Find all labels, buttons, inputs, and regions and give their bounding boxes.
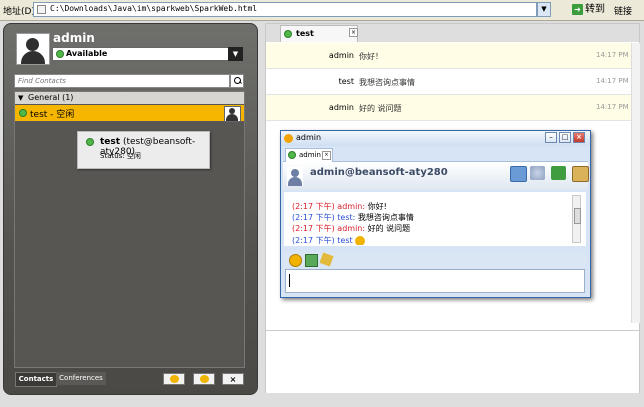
emoticon-icon [355, 235, 366, 245]
tooltip-status-label: Status: [100, 152, 125, 160]
add-contact-icon [169, 375, 179, 383]
video-icon[interactable] [510, 166, 527, 182]
contact-label: test - 空闲 [30, 110, 75, 120]
message-time: 14:17 PM [596, 77, 629, 85]
message-sender: test [338, 77, 354, 86]
status-select[interactable]: Available [52, 47, 243, 61]
popup-avatar [287, 167, 303, 186]
online-status-icon [19, 109, 27, 117]
add-conference-button[interactable] [193, 373, 215, 385]
message-text: 好的 说问题 [359, 104, 402, 113]
tooltip-name: test [100, 137, 121, 147]
message-row: admin 你好！ 14:17 PM [266, 43, 631, 69]
line-sender: test [337, 236, 353, 245]
send-file-icon[interactable] [305, 254, 318, 267]
maximize-button[interactable]: □ [559, 132, 571, 143]
add-conference-icon [199, 375, 209, 383]
popup-line: (2:17 下午) test: 我想咨询点事情 [292, 212, 414, 223]
message-text: 你好！ [359, 52, 383, 61]
line-text: 好的 说问题 [367, 224, 411, 233]
remove-button[interactable]: × [222, 373, 244, 385]
tab-status-icon [284, 30, 292, 38]
message-row: admin 好的 说问题 14:17 PM [266, 95, 631, 121]
tab-admin[interactable]: admin × [285, 148, 333, 162]
chat-scrollbar[interactable] [631, 43, 640, 323]
status-dropdown-button[interactable]: ▼ [228, 47, 243, 61]
go-label: 转到 [585, 4, 605, 15]
page-icon [37, 5, 46, 14]
scroll-thumb[interactable] [574, 208, 581, 224]
go-arrow-icon: ➜ [572, 3, 583, 15]
popup-title-bar[interactable]: admin [281, 131, 590, 146]
line-text: 我想咨询点事情 [357, 213, 414, 222]
settings-icon[interactable] [530, 166, 545, 180]
popup-line: (2:17 下午) test [292, 235, 366, 245]
tooltip-status-value: 空闲 [126, 152, 141, 160]
message-time: 14:17 PM [596, 51, 629, 59]
message-sender: admin [328, 51, 354, 60]
contact-item-test[interactable]: test - 空闲 [15, 105, 244, 122]
download-icon[interactable] [551, 166, 566, 180]
message-sender: admin [328, 103, 354, 112]
message-row: test 我想咨询点事情 14:17 PM [266, 69, 631, 95]
address-dropdown-button[interactable]: ▼ [537, 2, 551, 17]
go-button[interactable]: ➜ 转到 [572, 2, 605, 17]
tab-chat-test[interactable]: test × [280, 25, 358, 42]
message-text: 我想咨询点事情 [359, 78, 415, 87]
tab-label: test [296, 29, 314, 38]
line-sender: admin: [337, 224, 366, 233]
tab-contacts[interactable]: Contacts [15, 372, 57, 387]
line-time: (2:17 下午) [292, 236, 335, 245]
line-sender: test: [337, 213, 356, 222]
tab-status-icon [288, 151, 296, 159]
close-button[interactable]: × [573, 132, 585, 143]
line-time: (2:17 下午) [292, 224, 335, 233]
contact-avatar [224, 106, 241, 122]
avatar [16, 33, 50, 65]
popup-message-input[interactable] [285, 269, 585, 293]
tooltip-status-icon [86, 138, 94, 146]
popup-scrollbar[interactable] [572, 195, 581, 243]
line-time: (2:17 下午) [292, 202, 335, 211]
chat-input[interactable] [266, 330, 639, 393]
popup-tab-label: admin [299, 151, 321, 159]
find-contacts-input[interactable] [14, 74, 230, 88]
status-label: Available [66, 49, 108, 58]
line-text: 你好! [367, 202, 387, 211]
address-url: C:\Downloads\Java\im\sparkweb\SparkWeb.h… [50, 4, 258, 13]
links-button[interactable]: 链接 [614, 4, 632, 17]
username: admin [53, 31, 95, 45]
contact-tooltip: test (test@beansoft-aty280) Status: 空闲 [77, 131, 210, 169]
line-sender: admin: [337, 202, 366, 211]
address-label: 地址(D) [3, 7, 35, 17]
popup-line: (2:17 下午) admin: 好的 说问题 [292, 223, 410, 234]
search-button[interactable] [230, 74, 244, 88]
emoticon-button-icon[interactable] [289, 254, 302, 267]
popup-jid: admin@beansoft-aty280 [310, 167, 448, 178]
collapse-triangle-icon: ▼ [18, 94, 24, 102]
group-label: General (1) [28, 93, 74, 102]
image-icon[interactable] [572, 166, 589, 182]
close-tab-icon[interactable]: × [322, 151, 331, 160]
minimize-button[interactable]: – [545, 132, 557, 143]
popup-title: admin [296, 133, 322, 142]
message-time: 14:17 PM [596, 103, 629, 111]
line-time: (2:17 下午) [292, 213, 335, 222]
popup-line: (2:17 下午) admin: 你好! [292, 201, 387, 212]
add-contact-button[interactable] [163, 373, 185, 385]
tab-conferences[interactable]: Conferences [56, 372, 106, 385]
address-input[interactable]: C:\Downloads\Java\im\sparkweb\SparkWeb.h… [33, 2, 537, 17]
group-header-general[interactable]: ▼ General (1) [15, 92, 244, 104]
close-tab-icon[interactable]: × [349, 28, 358, 37]
app-icon [284, 134, 293, 143]
status-online-icon [56, 50, 64, 58]
